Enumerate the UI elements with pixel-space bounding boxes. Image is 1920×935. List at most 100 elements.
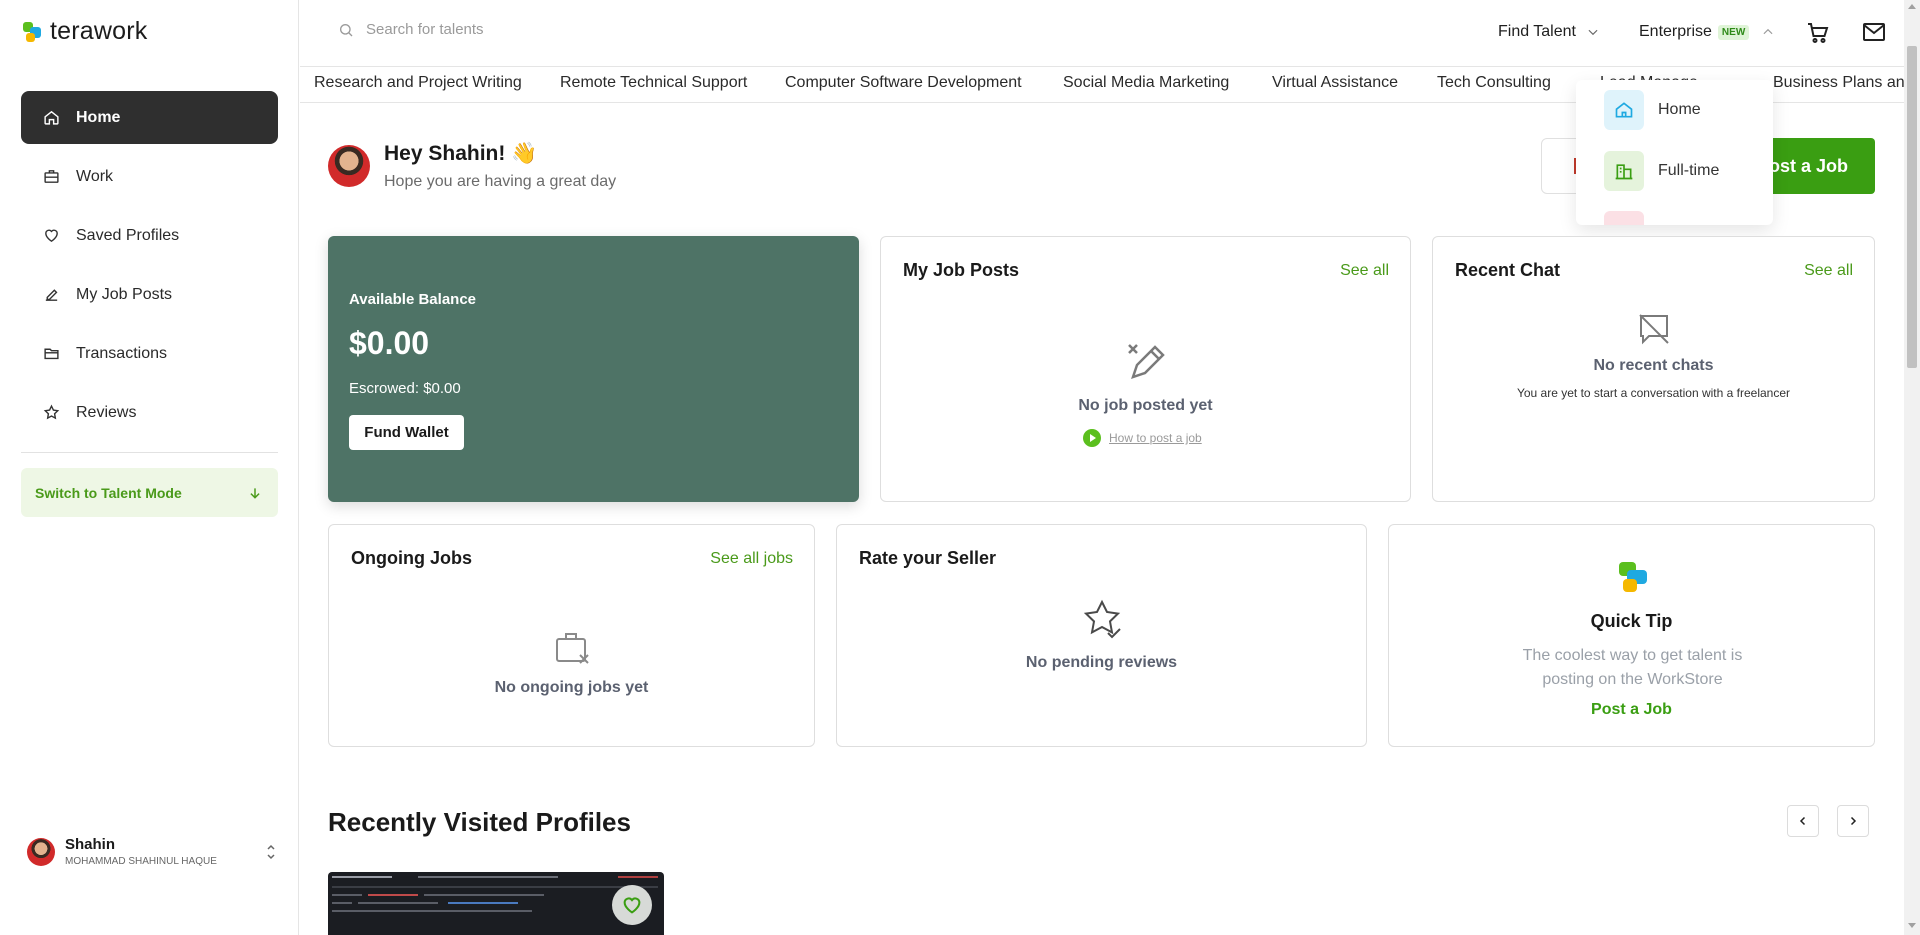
category-link[interactable]: Business Plans and: [1773, 74, 1904, 92]
dropdown-item-home[interactable]: Home: [1604, 90, 1701, 130]
search-icon: [340, 23, 353, 36]
heart-icon: [45, 229, 58, 243]
recently-visited-title: Recently Visited Profiles: [328, 807, 631, 837]
greeting-subtitle: Hope you are having a great day: [384, 173, 617, 190]
search-bar[interactable]: Search for talents: [338, 21, 484, 38]
sidebar-item-transactions[interactable]: Transactions: [21, 327, 278, 380]
card-title: My Job Posts: [903, 260, 1020, 280]
next-button[interactable]: [1837, 805, 1869, 837]
empty-state-title: No job posted yet: [1078, 397, 1213, 414]
scroll-down-arrow[interactable]: [1908, 923, 1916, 928]
sidebar: terawork Home Work Saved Profiles My Job…: [0, 0, 299, 935]
chevron-left-icon: [1799, 816, 1806, 826]
wallet-card: Available Balance $0.00 Escrowed: $0.00 …: [328, 236, 859, 502]
card-title: Recent Chat: [1455, 260, 1561, 280]
empty-state-title: No pending reviews: [1025, 654, 1178, 671]
briefcase-icon: [44, 170, 59, 183]
new-badge: NEW: [1717, 24, 1750, 40]
home-icon: [44, 110, 59, 125]
dropdown-item-icon: [1604, 211, 1644, 225]
empty-state-title: No ongoing jobs yet: [494, 679, 649, 696]
logo[interactable]: terawork: [20, 17, 147, 46]
category-link[interactable]: Remote Technical Support: [560, 74, 747, 92]
category-link[interactable]: Social Media Marketing: [1063, 74, 1229, 92]
empty-state-subtitle: You are yet to start a conversation with…: [1516, 386, 1791, 400]
my-job-posts-card: My Job Posts See all No job posted yet H…: [880, 236, 1411, 502]
previous-button[interactable]: [1787, 805, 1819, 837]
heart-icon: [623, 897, 641, 914]
save-profile-button[interactable]: [612, 885, 652, 925]
sidebar-item-label: Saved Profiles: [76, 226, 180, 244]
see-all-jobs-link[interactable]: See all jobs: [710, 550, 793, 568]
star-icon: [43, 404, 60, 420]
card-title: Rate your Seller: [859, 548, 997, 568]
quick-tip-post-job-link[interactable]: Post a Job: [1389, 701, 1874, 719]
escrowed-value: Escrowed: $0.00: [349, 380, 461, 397]
sidebar-item-reviews[interactable]: Reviews: [21, 386, 278, 439]
sidebar-item-saved-profiles[interactable]: Saved Profiles: [21, 209, 278, 262]
terawork-logo-icon: [23, 21, 41, 42]
recent-chat-card: Recent Chat See all No recent chats You …: [1432, 236, 1875, 502]
chevron-up-icon: [1763, 28, 1773, 35]
balance-label: Available Balance: [349, 291, 477, 308]
sidebar-item-label: My Job Posts: [76, 285, 173, 303]
find-talent-label: Find Talent: [1498, 23, 1576, 40]
star-check-icon: [1083, 599, 1121, 639]
dropdown-item-label: Full-time: [1658, 162, 1720, 179]
chevron-right-icon: [1850, 816, 1857, 826]
scroll-up-arrow[interactable]: [1908, 4, 1916, 9]
how-to-post-link[interactable]: How to post a job: [1083, 429, 1202, 447]
terawork-logo-icon: [1619, 562, 1647, 592]
rate-seller-card: Rate your Seller No pending reviews: [836, 524, 1367, 747]
sidebar-item-label: Home: [76, 108, 121, 126]
sidebar-item-my-job-posts[interactable]: My Job Posts: [21, 268, 278, 321]
greeting-title: Hey Shahin! 👋: [384, 142, 538, 165]
dropdown-item-full-time[interactable]: Full-time: [1604, 151, 1719, 191]
sidebar-divider: [21, 452, 278, 453]
fund-wallet-button[interactable]: Fund Wallet: [349, 415, 464, 450]
find-talent-menu[interactable]: Find Talent: [1498, 23, 1600, 41]
category-link[interactable]: Computer Software Development: [785, 74, 1022, 92]
mail-icon[interactable]: [1862, 22, 1886, 42]
quick-tip-card: Quick Tip The coolest way to get talent …: [1388, 524, 1875, 747]
sidebar-item-label: Reviews: [76, 403, 137, 421]
how-to-post-label: How to post a job: [1109, 431, 1202, 445]
logo-text: terawork: [50, 17, 148, 45]
dropdown-item-label: Home: [1658, 101, 1701, 118]
see-all-link[interactable]: See all: [1804, 262, 1853, 280]
building-icon: [1604, 151, 1644, 191]
play-icon: [1083, 429, 1101, 447]
switch-to-talent-mode-button[interactable]: Switch to Talent Mode: [21, 468, 278, 517]
sidebar-item-label: Transactions: [76, 344, 167, 362]
category-link[interactable]: Virtual Assistance: [1272, 74, 1398, 92]
chevron-up-down-icon: [267, 844, 275, 859]
card-title: Ongoing Jobs: [351, 548, 472, 568]
sidebar-item-home[interactable]: Home: [21, 91, 278, 144]
enterprise-dropdown: Home Full-time: [1576, 80, 1773, 225]
category-link[interactable]: Tech Consulting: [1437, 74, 1551, 92]
switch-mode-label: Switch to Talent Mode: [35, 484, 182, 501]
see-all-link[interactable]: See all: [1340, 262, 1389, 280]
empty-state-title: No recent chats: [1593, 357, 1714, 374]
profile-card-thumbnail[interactable]: [328, 872, 664, 935]
category-link[interactable]: Research and Project Writing: [314, 74, 522, 92]
search-input[interactable]: Search for talents: [366, 21, 484, 38]
enterprise-label: Enterprise: [1639, 23, 1712, 40]
pencil-off-icon: [1128, 344, 1165, 379]
chevron-down-icon: [1588, 29, 1598, 36]
arrow-down-icon: [250, 487, 260, 499]
profile-menu[interactable]: Shahin MOHAMMAD SHAHINUL HAQUE: [27, 836, 277, 867]
profile-name: Shahin: [65, 836, 116, 853]
cart-icon[interactable]: [1806, 21, 1830, 45]
enterprise-menu[interactable]: Enterprise NEW: [1639, 23, 1775, 41]
sidebar-item-work[interactable]: Work: [21, 150, 278, 203]
balance-value: $0.00: [349, 325, 430, 361]
quick-tip-body: The coolest way to get talent is posting…: [1522, 647, 1743, 688]
briefcase-off-icon: [556, 633, 589, 664]
ongoing-jobs-card: Ongoing Jobs See all jobs No ongoing job…: [328, 524, 815, 747]
dropdown-item-partial[interactable]: [1604, 211, 1644, 225]
pen-icon: [45, 289, 58, 301]
chat-off-icon: [1639, 314, 1669, 345]
avatar: [27, 837, 55, 866]
scrollbar-thumb[interactable]: [1907, 46, 1917, 368]
